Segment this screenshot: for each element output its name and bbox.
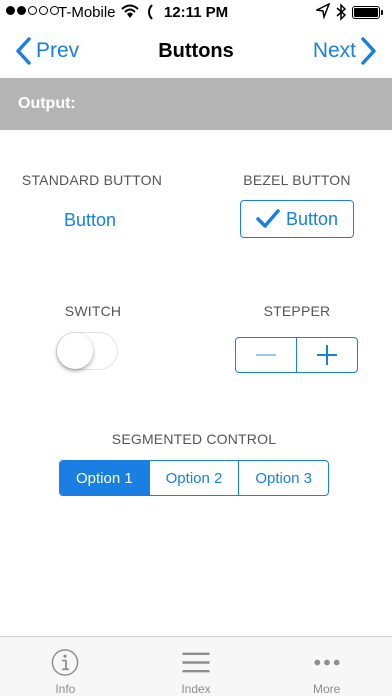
output-label: Output: (18, 95, 76, 112)
tab-index-label: Index (181, 682, 211, 696)
tab-info[interactable]: Info (0, 637, 131, 696)
segmented-control-caption: SEGMENTED CONTROL (111, 431, 277, 447)
stepper (235, 337, 358, 373)
bezel-button-label: Button (285, 208, 339, 229)
more-icon (314, 659, 340, 666)
stepper-caption: STEPPER (263, 303, 331, 319)
segment-option-1[interactable]: Option 1 (60, 461, 149, 495)
location-arrow-icon (314, 2, 331, 23)
segment-option-2[interactable]: Option 2 (148, 461, 239, 495)
battery-icon (352, 6, 383, 19)
standard-button[interactable]: Button (40, 210, 140, 231)
status-bar: T-Mobile 12:11 PM (0, 0, 392, 26)
tab-info-label: Info (55, 682, 76, 696)
next-button[interactable]: Next (313, 36, 380, 66)
stepper-increment-button[interactable] (296, 338, 357, 372)
switch-knob (57, 333, 93, 369)
bezel-button[interactable]: Button (240, 200, 354, 238)
switch-toggle[interactable] (56, 332, 118, 370)
output-bar: Output: (0, 78, 392, 130)
tab-bar: Info Index More (0, 636, 392, 696)
stepper-decrement-button[interactable] (236, 338, 296, 372)
next-button-label: Next (312, 39, 356, 62)
list-icon (182, 652, 210, 673)
standard-button-caption: STANDARD BUTTON (21, 172, 163, 188)
navigation-bar: Prev Buttons Next (0, 26, 392, 78)
status-time: 12:11 PM (163, 4, 229, 21)
tab-more[interactable]: More (261, 637, 392, 696)
tab-index[interactable]: Index (131, 637, 262, 696)
segmented-control: Option 1 Option 2 Option 3 (59, 460, 329, 496)
bluetooth-icon (336, 3, 347, 25)
info-icon (52, 649, 79, 676)
minus-icon (256, 354, 276, 356)
tab-more-label: More (313, 682, 341, 696)
segment-option-3[interactable]: Option 3 (238, 461, 328, 495)
checkmark-icon (256, 209, 280, 228)
switch-caption: SWITCH (64, 303, 122, 319)
bezel-button-caption: BEZEL BUTTON (243, 172, 351, 188)
chevron-right-icon (361, 37, 376, 65)
plus-icon (317, 345, 337, 365)
